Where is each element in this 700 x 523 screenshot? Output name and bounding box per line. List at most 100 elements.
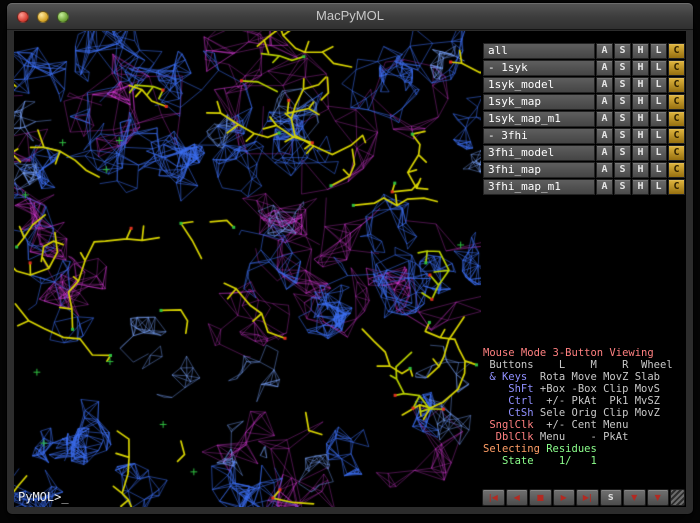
forward-button[interactable]: ▶| bbox=[576, 489, 599, 506]
object-l-menu-button[interactable]: L bbox=[650, 162, 667, 178]
prev-menu-button[interactable]: ▼ bbox=[623, 489, 646, 506]
command-line[interactable]: PyMOL>_ bbox=[18, 490, 69, 504]
shift-line-text: ShFt bbox=[483, 383, 534, 395]
selecting-line[interactable]: Selecting Residues bbox=[483, 443, 686, 455]
mouse-mode-line[interactable]: Mouse Mode 3-Button Viewing bbox=[483, 347, 686, 359]
step-back-button[interactable]: ◀ bbox=[506, 489, 529, 506]
object-s-menu-button[interactable]: S bbox=[614, 162, 631, 178]
state-line-text: State 1/ 1 bbox=[483, 455, 597, 467]
dblclk-line: DblClk Menu - PkAt bbox=[483, 431, 686, 443]
play-button[interactable]: ▶ bbox=[553, 489, 576, 506]
object-c-menu-button[interactable]: C bbox=[668, 43, 685, 59]
ctsh-line: CtSh Sele Orig Clip MovZ bbox=[483, 407, 686, 419]
object-a-menu-button[interactable]: A bbox=[596, 111, 613, 127]
object-s-menu-button[interactable]: S bbox=[614, 43, 631, 59]
object-c-menu-button[interactable]: C bbox=[668, 162, 685, 178]
object-row: - 3fhiASHLC bbox=[483, 128, 685, 144]
zoom-button[interactable] bbox=[57, 11, 69, 23]
command-prompt-label: PyMOL> bbox=[18, 490, 61, 504]
object-a-menu-button[interactable]: A bbox=[596, 77, 613, 93]
object-row: 1syk_mapASHLC bbox=[483, 94, 685, 110]
object-l-menu-button[interactable]: L bbox=[650, 77, 667, 93]
macpymol-window: MacPyMOL PyMOL>_ allASHLC- 1sykASHLC1syk… bbox=[6, 2, 694, 515]
window-title: MacPyMOL bbox=[7, 3, 693, 29]
object-h-menu-button[interactable]: H bbox=[632, 111, 649, 127]
object-h-menu-button[interactable]: H bbox=[632, 43, 649, 59]
object-name-button[interactable]: - 1syk bbox=[483, 60, 595, 76]
object-row: 3fhi_map_m1ASHLC bbox=[483, 179, 685, 195]
object-h-menu-button[interactable]: H bbox=[632, 145, 649, 161]
object-l-menu-button[interactable]: L bbox=[650, 111, 667, 127]
object-c-menu-button[interactable]: C bbox=[668, 145, 685, 161]
object-s-menu-button[interactable]: S bbox=[614, 145, 631, 161]
keys-rota-line-text: Rota Move MovZ Slab bbox=[534, 371, 660, 383]
buttons-header-line: Buttons L M R Wheel bbox=[483, 359, 686, 371]
object-h-menu-button[interactable]: H bbox=[632, 77, 649, 93]
object-name-button[interactable]: 3fhi_map_m1 bbox=[483, 179, 595, 195]
mouse-mode-line-text: Mouse Mode 3-Button Viewing bbox=[483, 347, 654, 359]
object-c-menu-button[interactable]: C bbox=[668, 111, 685, 127]
keys-rota-line: & Keys Rota Move MovZ Slab bbox=[483, 371, 686, 383]
object-s-menu-button[interactable]: S bbox=[614, 77, 631, 93]
object-l-menu-button[interactable]: L bbox=[650, 145, 667, 161]
object-s-menu-button[interactable]: S bbox=[614, 94, 631, 110]
shift-line-text: +Box -Box Clip MovS bbox=[534, 383, 660, 395]
object-s-menu-button[interactable]: S bbox=[614, 111, 631, 127]
object-a-menu-button[interactable]: A bbox=[596, 162, 613, 178]
panel-spacer bbox=[481, 196, 686, 347]
rewind-button[interactable]: |◀ bbox=[482, 489, 505, 506]
object-c-menu-button[interactable]: C bbox=[668, 60, 685, 76]
stop-button[interactable]: ■ bbox=[529, 489, 552, 506]
viewport-3d[interactable]: PyMOL>_ bbox=[14, 31, 481, 507]
object-c-menu-button[interactable]: C bbox=[668, 179, 685, 195]
object-row: allASHLC bbox=[483, 43, 685, 59]
object-h-menu-button[interactable]: H bbox=[632, 94, 649, 110]
object-name-button[interactable]: 3fhi_model bbox=[483, 145, 595, 161]
titlebar[interactable]: MacPyMOL bbox=[7, 3, 693, 30]
object-c-menu-button[interactable]: C bbox=[668, 77, 685, 93]
object-name-button[interactable]: all bbox=[483, 43, 595, 59]
object-row: - 1sykASHLC bbox=[483, 60, 685, 76]
minimize-button[interactable] bbox=[37, 11, 49, 23]
snglclk-line: SnglClk +/- Cent Menu bbox=[483, 419, 686, 431]
selecting-line-text: Residues bbox=[546, 443, 597, 455]
object-c-menu-button[interactable]: C bbox=[668, 94, 685, 110]
object-s-menu-button[interactable]: S bbox=[614, 60, 631, 76]
object-a-menu-button[interactable]: A bbox=[596, 128, 613, 144]
object-l-menu-button[interactable]: L bbox=[650, 60, 667, 76]
shift-line: ShFt +Box -Box Clip MovS bbox=[483, 383, 686, 395]
object-name-button[interactable]: 1syk_model bbox=[483, 77, 595, 93]
object-c-menu-button[interactable]: C bbox=[668, 128, 685, 144]
object-l-menu-button[interactable]: L bbox=[650, 94, 667, 110]
resize-grip[interactable] bbox=[670, 489, 685, 506]
object-h-menu-button[interactable]: H bbox=[632, 179, 649, 195]
object-name-button[interactable]: - 3fhi bbox=[483, 128, 595, 144]
object-s-menu-button[interactable]: S bbox=[614, 179, 631, 195]
object-l-menu-button[interactable]: L bbox=[650, 43, 667, 59]
object-row: 1syk_map_m1ASHLC bbox=[483, 111, 685, 127]
object-a-menu-button[interactable]: A bbox=[596, 179, 613, 195]
object-h-menu-button[interactable]: H bbox=[632, 128, 649, 144]
object-l-menu-button[interactable]: L bbox=[650, 128, 667, 144]
viewport-canvas[interactable] bbox=[14, 31, 481, 507]
object-h-menu-button[interactable]: H bbox=[632, 162, 649, 178]
object-h-menu-button[interactable]: H bbox=[632, 60, 649, 76]
object-a-menu-button[interactable]: A bbox=[596, 60, 613, 76]
object-s-menu-button[interactable]: S bbox=[614, 128, 631, 144]
object-row: 3fhi_mapASHLC bbox=[483, 162, 685, 178]
ctsh-line-text: Sele Orig Clip MovZ bbox=[534, 407, 660, 419]
side-panel: allASHLC- 1sykASHLC1syk_modelASHLC1syk_m… bbox=[481, 31, 686, 507]
mouse-panel: Mouse Mode 3-Button Viewing Buttons L M … bbox=[483, 347, 686, 467]
object-l-menu-button[interactable]: L bbox=[650, 179, 667, 195]
next-menu-button[interactable]: ▼ bbox=[647, 489, 670, 506]
object-a-menu-button[interactable]: A bbox=[596, 43, 613, 59]
traffic-lights bbox=[17, 11, 69, 23]
object-name-button[interactable]: 1syk_map bbox=[483, 94, 595, 110]
object-row: 1syk_modelASHLC bbox=[483, 77, 685, 93]
object-name-button[interactable]: 1syk_map_m1 bbox=[483, 111, 595, 127]
object-a-menu-button[interactable]: A bbox=[596, 145, 613, 161]
scene-button[interactable]: S bbox=[600, 489, 623, 506]
close-button[interactable] bbox=[17, 11, 29, 23]
object-a-menu-button[interactable]: A bbox=[596, 94, 613, 110]
object-name-button[interactable]: 3fhi_map bbox=[483, 162, 595, 178]
